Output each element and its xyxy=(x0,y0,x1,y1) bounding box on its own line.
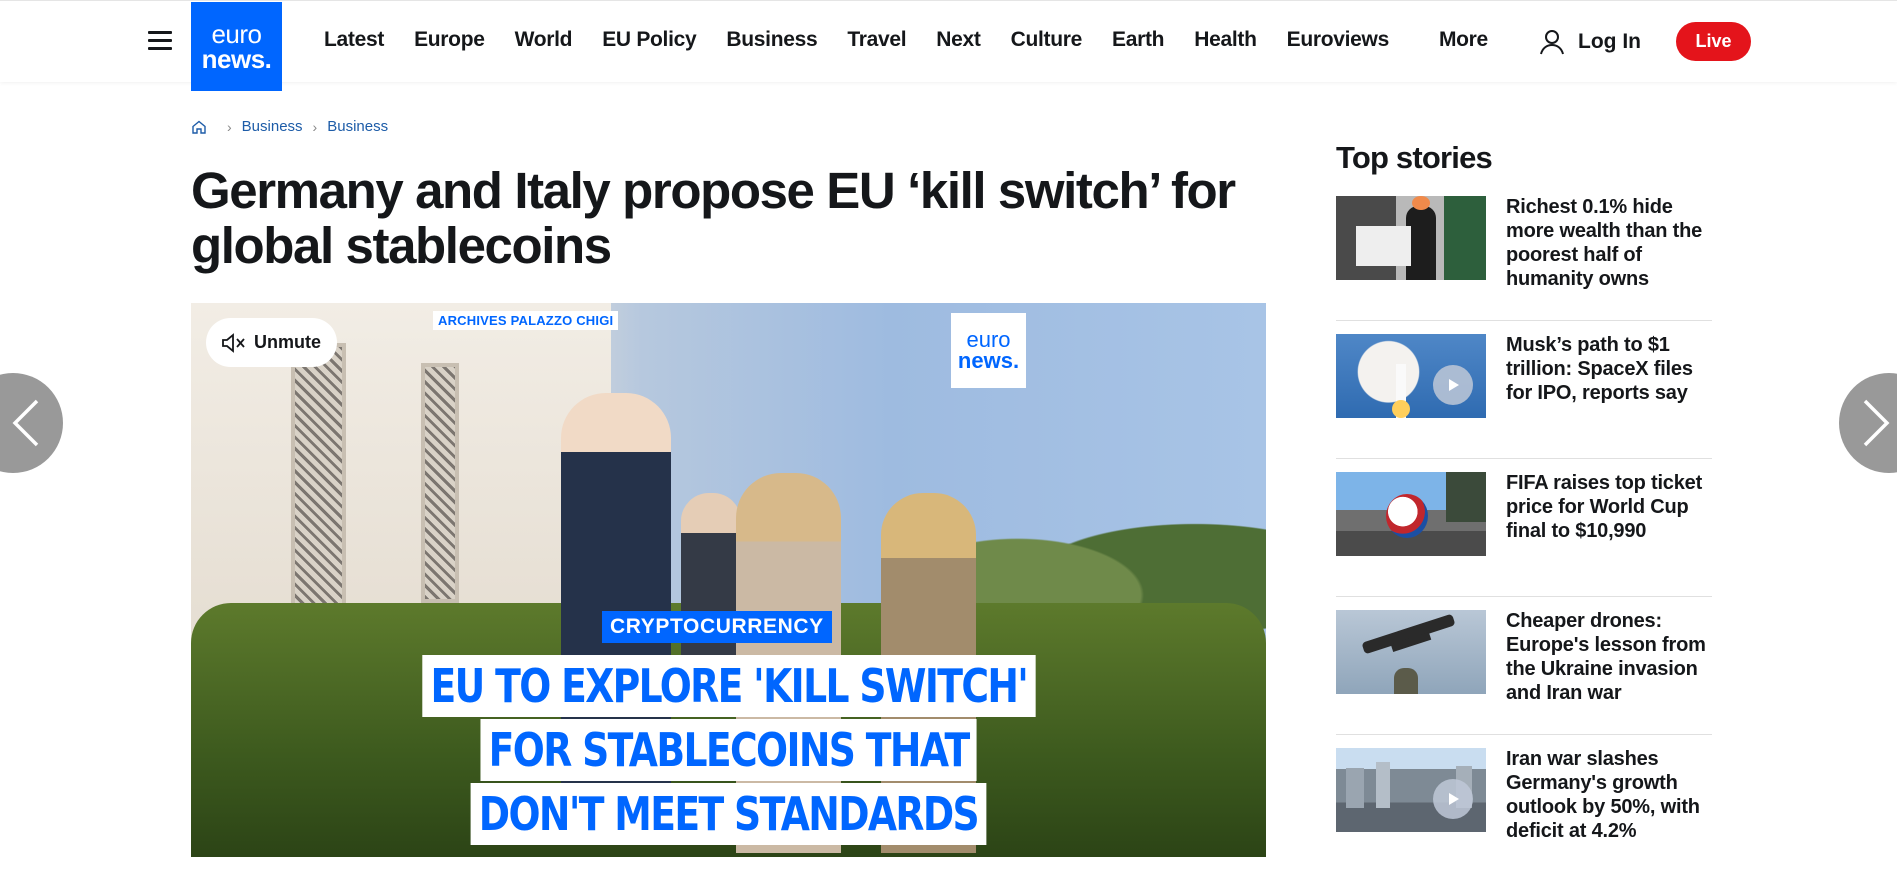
video-frame-window xyxy=(421,363,459,603)
nav-europe[interactable]: Europe xyxy=(414,28,485,52)
list-item[interactable]: Musk’s path to $1 trillion: SpaceX files… xyxy=(1336,334,1712,459)
story-thumbnail[interactable] xyxy=(1336,472,1486,556)
chevron-right-icon: › xyxy=(312,118,318,135)
story-title[interactable]: Iran war slashes Germany's growth outloo… xyxy=(1506,747,1716,843)
article-headline: Germany and Italy propose EU ‘kill switc… xyxy=(191,162,1236,274)
story-thumbnail[interactable] xyxy=(1336,610,1486,694)
video-source-label: ARCHIVES PALAZZO CHIGI xyxy=(433,311,619,330)
video-player[interactable]: Unmute ARCHIVES PALAZZO CHIGI euro news.… xyxy=(191,303,1266,857)
video-frame-window xyxy=(291,343,346,613)
chevron-right-icon xyxy=(1863,399,1890,447)
login-button[interactable]: Log In xyxy=(1538,28,1641,56)
nav-more[interactable]: More xyxy=(1439,28,1488,52)
list-item[interactable]: Iran war slashes Germany's growth outloo… xyxy=(1336,748,1712,873)
user-icon xyxy=(1540,30,1564,55)
story-title[interactable]: Richest 0.1% hide more wealth than the p… xyxy=(1506,195,1716,291)
nav-eu-policy[interactable]: EU Policy xyxy=(602,28,696,52)
breadcrumb: › Business › Business xyxy=(191,118,388,135)
nav-business[interactable]: Business xyxy=(726,28,817,52)
top-stories-title: Top stories xyxy=(1336,140,1493,175)
nav-world[interactable]: World xyxy=(515,28,573,52)
chevron-left-icon xyxy=(12,399,39,447)
nav-next[interactable]: Next xyxy=(936,28,981,52)
menu-icon[interactable] xyxy=(148,31,172,53)
nav-travel[interactable]: Travel xyxy=(847,28,906,52)
top-stories-list: Richest 0.1% hide more wealth than the p… xyxy=(1336,196,1712,886)
video-category-tag: CRYPTOCURRENCY xyxy=(602,611,832,643)
video-logo-line2: news. xyxy=(957,347,1020,373)
caption-line: FOR STABLECOINS THAT xyxy=(480,719,977,781)
mute-icon xyxy=(222,332,245,353)
unmute-label: Unmute xyxy=(254,332,321,352)
caption-line: DON'T MEET STANDARDS xyxy=(470,783,987,845)
main-nav: Latest Europe World EU Policy Business T… xyxy=(324,28,1518,52)
story-title[interactable]: Musk’s path to $1 trillion: SpaceX files… xyxy=(1506,333,1716,405)
story-title[interactable]: Cheaper drones: Europe's lesson from the… xyxy=(1506,609,1716,705)
login-label: Log In xyxy=(1578,30,1641,53)
live-button[interactable]: Live xyxy=(1676,22,1751,61)
chevron-right-icon: › xyxy=(227,118,232,135)
list-item[interactable]: Richest 0.1% hide more wealth than the p… xyxy=(1336,196,1712,321)
list-item[interactable]: FIFA raises top ticket price for World C… xyxy=(1336,472,1712,597)
home-icon[interactable] xyxy=(191,119,207,135)
breadcrumb-item-2[interactable]: Business xyxy=(327,118,388,135)
nav-health[interactable]: Health xyxy=(1194,28,1257,52)
video-euronews-logo: euro news. xyxy=(951,313,1026,388)
nav-latest[interactable]: Latest xyxy=(324,28,384,52)
logo-line2: news. xyxy=(201,43,272,74)
video-caption: EU TO EXPLORE 'KILL SWITCH' FOR STABLECO… xyxy=(191,655,1266,847)
list-item[interactable]: Cheaper drones: Europe's lesson from the… xyxy=(1336,610,1712,735)
logo-line1: euro xyxy=(211,18,262,49)
story-thumbnail[interactable] xyxy=(1336,334,1486,418)
story-thumbnail[interactable] xyxy=(1336,748,1486,832)
nav-euroviews[interactable]: Euroviews xyxy=(1287,28,1390,52)
play-icon[interactable] xyxy=(1433,779,1473,819)
nav-culture[interactable]: Culture xyxy=(1011,28,1083,52)
next-article-button[interactable] xyxy=(1839,373,1897,473)
euronews-logo[interactable]: euro news. xyxy=(191,2,282,91)
story-thumbnail[interactable] xyxy=(1336,196,1486,280)
nav-earth[interactable]: Earth xyxy=(1112,28,1164,52)
unmute-button[interactable]: Unmute xyxy=(206,318,337,367)
caption-line: EU TO EXPLORE 'KILL SWITCH' xyxy=(421,655,1036,717)
site-header: euro news. Latest Europe World EU Policy… xyxy=(0,0,1897,91)
play-icon[interactable] xyxy=(1433,365,1473,405)
previous-article-button[interactable] xyxy=(0,373,63,473)
breadcrumb-item-1[interactable]: Business xyxy=(242,118,303,135)
story-title[interactable]: FIFA raises top ticket price for World C… xyxy=(1506,471,1716,543)
